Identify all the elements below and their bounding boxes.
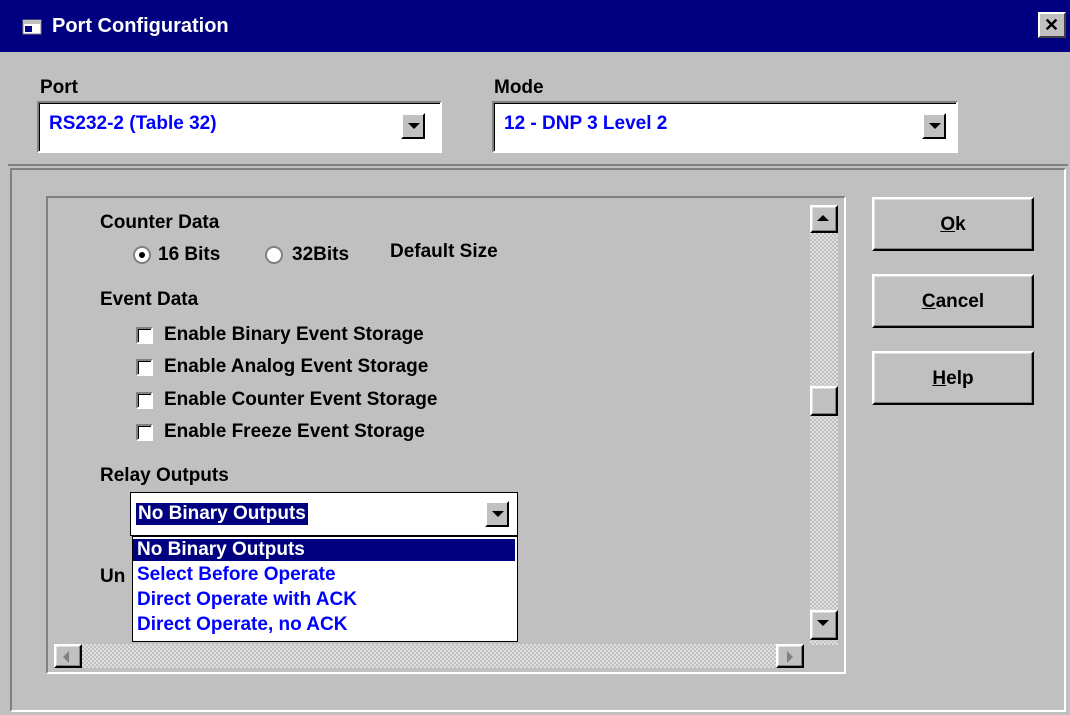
window-title: Port Configuration bbox=[52, 15, 229, 37]
app-window-icon bbox=[22, 19, 42, 35]
mode-select[interactable]: 12 - DNP 3 Level 2 bbox=[492, 101, 958, 153]
checkbox-counter-event[interactable] bbox=[136, 392, 153, 409]
vertical-scrollbar[interactable] bbox=[810, 205, 838, 645]
checkbox-counter-event-label[interactable]: Enable Counter Event Storage bbox=[164, 389, 437, 411]
counter-data-heading: Counter Data bbox=[100, 212, 220, 233]
port-dropdown-button[interactable] bbox=[401, 113, 425, 139]
title-bar[interactable]: Port Configuration ✕ bbox=[0, 0, 1070, 52]
checkbox-freeze-event-label[interactable]: Enable Freeze Event Storage bbox=[164, 421, 425, 443]
scroll-right-button[interactable] bbox=[776, 644, 804, 668]
horizontal-scrollbar[interactable] bbox=[54, 644, 804, 668]
scroll-down-button[interactable] bbox=[810, 610, 838, 640]
help-button[interactable]: Help bbox=[872, 351, 1034, 405]
checkbox-binary-event-label[interactable]: Enable Binary Event Storage bbox=[164, 324, 424, 346]
help-button-label: elp bbox=[946, 368, 974, 389]
chevron-down-icon bbox=[929, 123, 941, 129]
relay-outputs-dropdown-button[interactable] bbox=[485, 501, 509, 527]
checkbox-freeze-event[interactable] bbox=[136, 424, 153, 441]
dropdown-option[interactable]: Select Before Operate bbox=[133, 564, 515, 586]
checkbox-analog-event[interactable] bbox=[136, 359, 153, 376]
help-button-mnemonic: H bbox=[932, 368, 947, 389]
dropdown-option[interactable]: Direct Operate, no ACK bbox=[133, 614, 515, 636]
vertical-scroll-thumb[interactable] bbox=[810, 386, 838, 416]
arrow-left-icon bbox=[63, 651, 69, 663]
mode-select-value: 12 - DNP 3 Level 2 bbox=[504, 113, 668, 134]
radio-16-bits-label[interactable]: 16 Bits bbox=[158, 244, 220, 266]
arrow-right-icon bbox=[787, 651, 793, 663]
event-data-heading: Event Data bbox=[100, 289, 199, 310]
ok-button-mnemonic: O bbox=[940, 214, 956, 235]
default-size-label: Default Size bbox=[390, 241, 498, 262]
ok-button[interactable]: Ok bbox=[872, 197, 1034, 251]
relay-outputs-value: No Binary Outputs bbox=[136, 503, 308, 525]
cancel-button-mnemonic: C bbox=[921, 291, 936, 312]
radio-16-bits[interactable] bbox=[133, 246, 151, 264]
cancel-button[interactable]: Cancel bbox=[872, 274, 1034, 328]
cancel-button-label: ancel bbox=[935, 291, 985, 312]
chevron-down-icon bbox=[492, 511, 504, 517]
mode-dropdown-button[interactable] bbox=[922, 113, 946, 139]
radio-32-bits-label[interactable]: 32Bits bbox=[292, 244, 349, 266]
arrow-up-icon bbox=[817, 215, 829, 221]
checkbox-binary-event[interactable] bbox=[136, 327, 153, 344]
checkbox-analog-event-label[interactable]: Enable Analog Event Storage bbox=[164, 356, 428, 378]
mode-label: Mode bbox=[494, 77, 544, 98]
relay-outputs-heading: Relay Outputs bbox=[100, 465, 229, 486]
obscured-section-label: Un bbox=[100, 566, 126, 587]
dropdown-option[interactable]: Direct Operate with ACK bbox=[133, 589, 515, 611]
dropdown-option[interactable]: No Binary Outputs bbox=[133, 539, 515, 561]
relay-outputs-dropdown-list: No Binary Outputs Select Before Operate … bbox=[132, 536, 518, 642]
arrow-down-icon bbox=[817, 620, 829, 626]
close-icon: ✕ bbox=[1044, 15, 1060, 35]
port-select[interactable]: RS232-2 (Table 32) bbox=[37, 101, 442, 153]
port-label: Port bbox=[40, 77, 78, 98]
relay-outputs-select[interactable]: No Binary Outputs bbox=[130, 492, 518, 536]
radio-dot bbox=[139, 252, 145, 258]
chevron-down-icon bbox=[408, 123, 420, 129]
radio-32-bits[interactable] bbox=[265, 246, 283, 264]
close-button[interactable]: ✕ bbox=[1038, 12, 1066, 38]
ok-button-label: k bbox=[955, 214, 966, 235]
scroll-up-button[interactable] bbox=[810, 205, 838, 233]
port-select-value: RS232-2 (Table 32) bbox=[49, 113, 217, 134]
scroll-left-button[interactable] bbox=[54, 644, 82, 668]
